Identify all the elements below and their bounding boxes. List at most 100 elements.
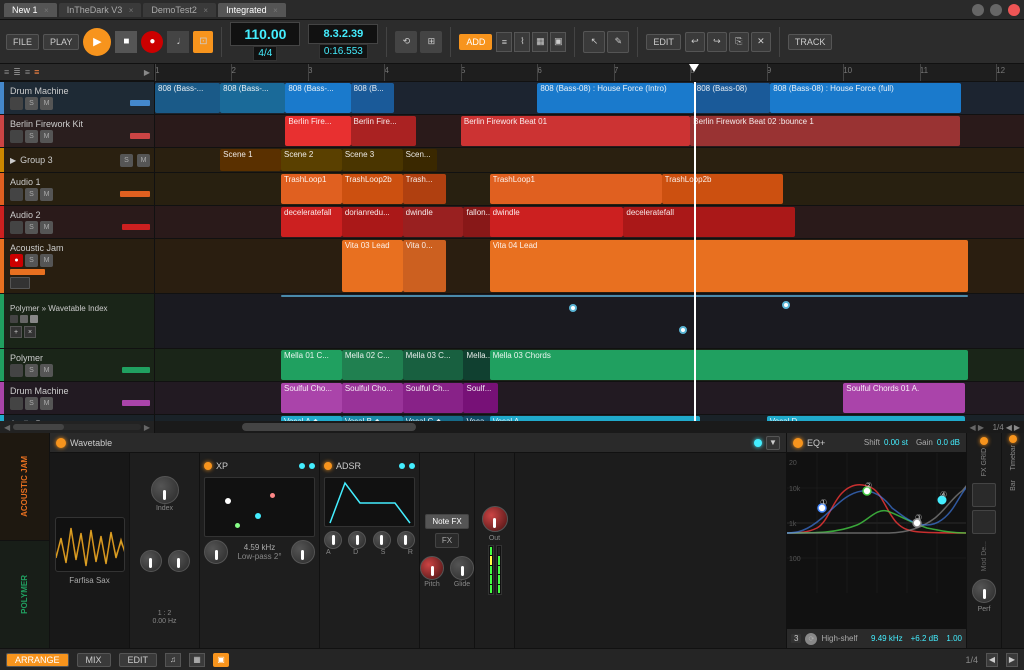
clip-mella2[interactable]: Mella 02 C...	[342, 350, 403, 380]
add-clip-icon[interactable]: ▣	[550, 32, 566, 52]
tab-close-new1[interactable]: ×	[44, 6, 49, 15]
track-arm-berlin[interactable]	[10, 130, 23, 143]
knob-out[interactable]	[482, 506, 508, 532]
track-solo-drum[interactable]: S	[25, 97, 38, 110]
delete-icon[interactable]: ✕	[751, 32, 771, 52]
zoom-minus[interactable]: ◀	[1006, 423, 1012, 432]
track-arrow-icon[interactable]: ▶	[144, 68, 150, 77]
play-label-button[interactable]: PLAY	[43, 34, 79, 50]
knob-a[interactable]	[324, 531, 342, 549]
clip-berlin-1[interactable]: Berlin Fire...	[285, 116, 350, 146]
status-piano-icon[interactable]: ♫	[165, 653, 181, 667]
track-button[interactable]: TRACK	[788, 34, 833, 50]
knob-1[interactable]	[151, 476, 179, 504]
close-button[interactable]	[1008, 4, 1020, 16]
plugin-collapse[interactable]: ▼	[766, 436, 780, 450]
knob-d[interactable]	[348, 531, 366, 549]
track-btn-polymer-wavetable-3[interactable]	[30, 315, 38, 323]
track-arm-audio2[interactable]	[10, 221, 23, 234]
scroll-left-arrow[interactable]: ◀	[4, 423, 10, 432]
track-filter-icon[interactable]: ≡	[25, 67, 30, 77]
waveform-display[interactable]	[55, 517, 125, 572]
tab-demotest[interactable]: DemoTest2 ×	[143, 3, 216, 17]
track-mute-acoustic[interactable]: M	[40, 254, 53, 267]
eq-power-led[interactable]	[793, 438, 803, 448]
track-list-icon[interactable]: ≡	[4, 67, 9, 77]
clip-vita4[interactable]: Vita 0...	[403, 240, 446, 292]
file-button[interactable]: FILE	[6, 34, 39, 50]
clip-808-5[interactable]: 808 (Bass-08)	[694, 83, 770, 113]
clip-soulful2[interactable]: Soulful Cho...	[342, 383, 403, 413]
eq-display[interactable]: ① ② ③ ④ 20 10k 1k 100	[787, 453, 966, 628]
status-active-icon[interactable]: ▣	[213, 653, 229, 667]
scroll-end-left[interactable]: ◀	[969, 423, 975, 432]
track-volume-berlin[interactable]	[130, 133, 150, 139]
clip-scene2[interactable]: Scene 2	[281, 149, 342, 171]
clip-berlin-2[interactable]: Berlin Fire...	[351, 116, 416, 146]
knob-r[interactable]	[397, 531, 415, 549]
envelope-clip[interactable]	[281, 295, 968, 297]
clip-mella3[interactable]: Mella 03 C...	[403, 350, 464, 380]
clip-dwindle-long[interactable]: dwindle	[490, 207, 624, 237]
add-track-icon[interactable]: ≡	[496, 32, 512, 52]
adsr-display[interactable]	[324, 477, 415, 527]
track-solo-dm2[interactable]: S	[25, 397, 38, 410]
clip-dorian[interactable]: dorianredu...	[342, 207, 403, 237]
edit-button[interactable]: EDIT	[646, 34, 681, 50]
clip-trash3[interactable]: Trash...	[403, 174, 446, 204]
clip-trash2[interactable]: TrashLoop2b	[342, 174, 403, 204]
track-volume-polymer[interactable]	[122, 367, 150, 373]
clip-trash2-long[interactable]: TrashLoop2b	[662, 174, 784, 204]
position-display[interactable]: 8.3.2.39	[308, 24, 378, 44]
tab-inthedark[interactable]: InTheDark V3 ×	[59, 3, 142, 17]
mix-button[interactable]: MIX	[77, 653, 111, 667]
scroll-end-right[interactable]: ▶	[978, 423, 984, 432]
tab-close-inthedark[interactable]: ×	[129, 6, 134, 15]
clip-soulful-long[interactable]: Soulful Chords 01 A.	[843, 383, 965, 413]
clip-soulful4[interactable]: Soulf...	[463, 383, 498, 413]
metronome-button[interactable]: 𝅘𝅥	[167, 31, 189, 53]
track-volume-dm2[interactable]	[122, 400, 150, 406]
clip-vita3[interactable]: Vita 03 Lead	[342, 240, 403, 292]
tab-integrated[interactable]: Integrated ×	[218, 3, 286, 17]
track-arm-audio1[interactable]	[10, 188, 23, 201]
fxgrid-slot-2[interactable]	[972, 510, 996, 534]
clip-mella1[interactable]: Mella 01 C...	[281, 350, 342, 380]
track-arm-polymer[interactable]	[10, 364, 23, 377]
track-mute-berlin[interactable]: M	[40, 130, 53, 143]
track-arm-dm2[interactable]	[10, 397, 23, 410]
record-button[interactable]: ●	[141, 31, 163, 53]
clip-decel-long[interactable]: deceleratefall	[623, 207, 795, 237]
copy-icon[interactable]: ⎘	[729, 32, 749, 52]
clip-808-2[interactable]: 808 (Bass-...	[220, 83, 285, 113]
track-solo-group3[interactable]: S	[120, 154, 133, 167]
edit-bottom-button[interactable]: EDIT	[119, 653, 158, 667]
clip-808-intro[interactable]: 808 (Bass-08) : House Force (Intro)	[537, 83, 693, 113]
ruler[interactable]: 123456789101112	[155, 64, 1024, 81]
track-icon-acoustic[interactable]	[10, 277, 30, 289]
clip-soulful3[interactable]: Soulful Ch...	[403, 383, 464, 413]
track-volume-drum[interactable]	[130, 100, 150, 106]
clip-berlin-beat1[interactable]: Berlin Firework Beat 01	[461, 116, 690, 146]
add-scene-icon[interactable]: ▦	[532, 32, 548, 52]
clip-soulful1[interactable]: Soulful Cho...	[281, 383, 342, 413]
clip-808-3[interactable]: 808 (Bass-...	[285, 83, 350, 113]
tab-close-integrated[interactable]: ×	[273, 6, 278, 15]
clip-decel1[interactable]: deceleratefall	[281, 207, 342, 237]
track-mute-polymer[interactable]: M	[40, 364, 53, 377]
track-color-icon[interactable]: ≡	[34, 67, 39, 77]
tab-new1[interactable]: New 1 ×	[4, 3, 57, 17]
tab-close-demotest[interactable]: ×	[203, 6, 208, 15]
arrange-button[interactable]: ARRANGE	[6, 653, 69, 667]
punch-icon[interactable]: ⊞	[420, 31, 442, 53]
clip-dwindle1[interactable]: dwindle	[403, 207, 464, 237]
track-mute-drum[interactable]: M	[40, 97, 53, 110]
redo-icon[interactable]: ↪	[707, 32, 727, 52]
track-solo-audio2[interactable]: S	[25, 221, 38, 234]
clip-trash1-long[interactable]: TrashLoop1	[490, 174, 662, 204]
play-button[interactable]: ▶	[83, 28, 111, 56]
tempo-display[interactable]: 110.00	[230, 22, 300, 46]
track-volume-audio1[interactable]	[120, 191, 150, 197]
knob-glide[interactable]	[450, 556, 474, 580]
track-volume-acoustic[interactable]	[10, 269, 45, 275]
